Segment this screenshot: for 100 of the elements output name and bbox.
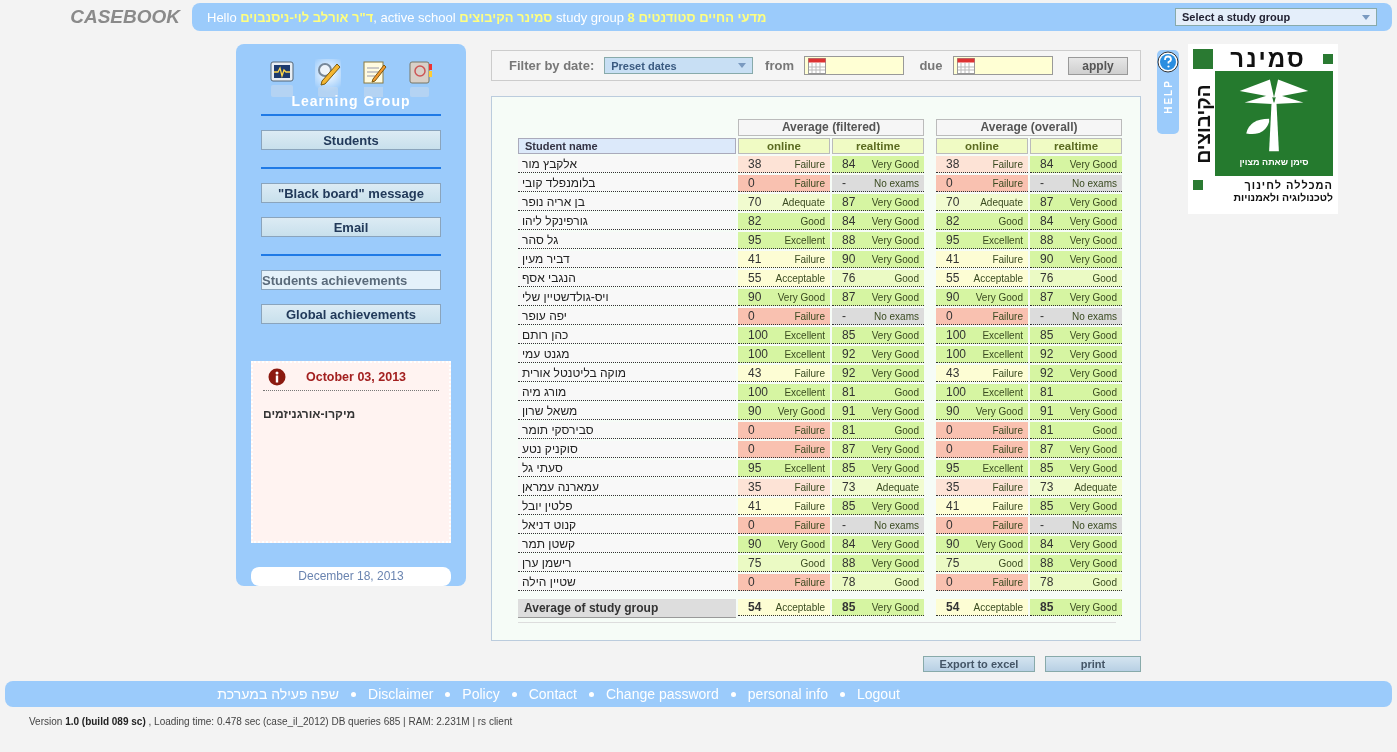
column-header: online: [738, 138, 830, 154]
grade-label: Very Good: [777, 538, 825, 550]
column-header: realtime: [1030, 138, 1122, 154]
sidebar-button[interactable]: Global achievements: [261, 304, 441, 324]
score: 73: [842, 480, 856, 494]
grade-label: Very Good: [1069, 196, 1117, 208]
grade-label: Good: [998, 557, 1023, 569]
sidebar-button[interactable]: Email: [261, 217, 441, 237]
sidebar-button[interactable]: "Black board" message: [261, 183, 441, 203]
score: 90: [748, 404, 762, 418]
grade-label: Very Good: [1069, 538, 1117, 550]
score: -: [842, 176, 846, 190]
student-name: קשטן תמר: [518, 536, 736, 553]
student-name: דביר מעין: [518, 251, 736, 268]
score: 87: [842, 442, 856, 456]
grade-label: Very Good: [975, 291, 1023, 303]
grade-label: Failure: [794, 443, 825, 455]
student-name: קנוט דניאל: [518, 517, 736, 534]
student-name: רישמן ערן: [518, 555, 736, 572]
action-button[interactable]: print: [1045, 656, 1141, 672]
sidebar-button[interactable]: Students achievements: [261, 270, 441, 290]
due-label: due: [919, 58, 943, 73]
grade-label: Failure: [794, 481, 825, 493]
score: 75: [748, 556, 762, 570]
score: 95: [748, 233, 762, 247]
column-header: online: [936, 138, 1028, 154]
sidebar-button[interactable]: Students: [261, 130, 441, 150]
score: 0: [946, 309, 953, 323]
logo-text: לטכנולוגיה ולאמנויות: [1232, 191, 1333, 203]
help-icon: [1157, 51, 1179, 73]
preset-select[interactable]: Preset dates: [604, 57, 754, 74]
grade-label: No exams: [874, 310, 919, 322]
score: 90: [1040, 252, 1054, 266]
date-field[interactable]: [803, 56, 905, 75]
score: 90: [946, 404, 960, 418]
caret-icon: [1362, 14, 1370, 20]
column-group-header: Average (overall): [936, 119, 1122, 136]
grade-label: Very Good: [871, 348, 919, 360]
score: 41: [946, 252, 960, 266]
score: 87: [842, 195, 856, 209]
score: 0: [748, 423, 755, 437]
score: 95: [946, 233, 960, 247]
help-label: HELP: [1162, 79, 1174, 114]
score: 87: [1040, 442, 1054, 456]
score: 100: [946, 328, 967, 342]
score: 38: [946, 157, 960, 171]
apply-button[interactable]: apply: [1067, 56, 1128, 75]
grade-label: Failure: [992, 158, 1023, 170]
score: 85: [1040, 461, 1054, 475]
score: 84: [842, 537, 856, 551]
grade-label: Excellent: [982, 234, 1023, 246]
score: 85: [842, 499, 856, 513]
score: 82: [946, 214, 960, 228]
score: 78: [1040, 575, 1054, 589]
grade-label: Failure: [992, 481, 1023, 493]
score: 84: [1040, 537, 1054, 551]
grade-label: No exams: [1072, 177, 1117, 189]
student-name: הנגבי אסף: [518, 270, 736, 287]
score: 85: [842, 328, 856, 342]
score: 85: [842, 600, 856, 614]
grade-label: Very Good: [1069, 500, 1117, 512]
student-name: גל סהר: [518, 232, 736, 249]
column-header: realtime: [832, 138, 924, 154]
grade-label: Failure: [794, 576, 825, 588]
logo-square: [1323, 54, 1333, 64]
grade-label: Very Good: [1069, 443, 1117, 455]
calendar-icon: [807, 57, 826, 74]
grade-label: Very Good: [871, 215, 919, 227]
grade-label: Excellent: [784, 386, 825, 398]
score: 90: [946, 537, 960, 551]
score: 95: [748, 461, 762, 475]
score: 100: [748, 347, 769, 361]
grade-label: Failure: [992, 500, 1023, 512]
grade-label: Excellent: [784, 348, 825, 360]
grade-label: Good: [1092, 576, 1117, 588]
grade-label: Good: [894, 576, 919, 588]
study-group-select[interactable]: Select a study group: [1175, 8, 1377, 26]
student-name: יפה עופר: [518, 308, 736, 325]
column-header: Student name: [518, 138, 736, 154]
student-name: משאל שרון: [518, 403, 736, 420]
student-name: בלומנפלד קובי: [518, 175, 736, 192]
score: 88: [842, 233, 856, 247]
score: 84: [842, 157, 856, 171]
grade-label: Good: [1092, 424, 1117, 436]
grade-label: Very Good: [871, 158, 919, 170]
grade-label: Very Good: [777, 291, 825, 303]
address-book-icon[interactable]: [407, 59, 433, 99]
score: 100: [748, 328, 769, 342]
student-name: מורג מיה: [518, 384, 736, 401]
date-field[interactable]: [952, 56, 1053, 75]
score: 73: [1040, 480, 1054, 494]
score: 100: [748, 385, 769, 399]
grade-label: Excellent: [784, 462, 825, 474]
score: 90: [946, 290, 960, 304]
action-button[interactable]: Export to excel: [923, 656, 1035, 672]
score: 43: [748, 366, 762, 380]
grade-label: Failure: [992, 253, 1023, 265]
grade-label: No exams: [1072, 310, 1117, 322]
grade-label: Very Good: [871, 196, 919, 208]
grade-label: Good: [894, 386, 919, 398]
